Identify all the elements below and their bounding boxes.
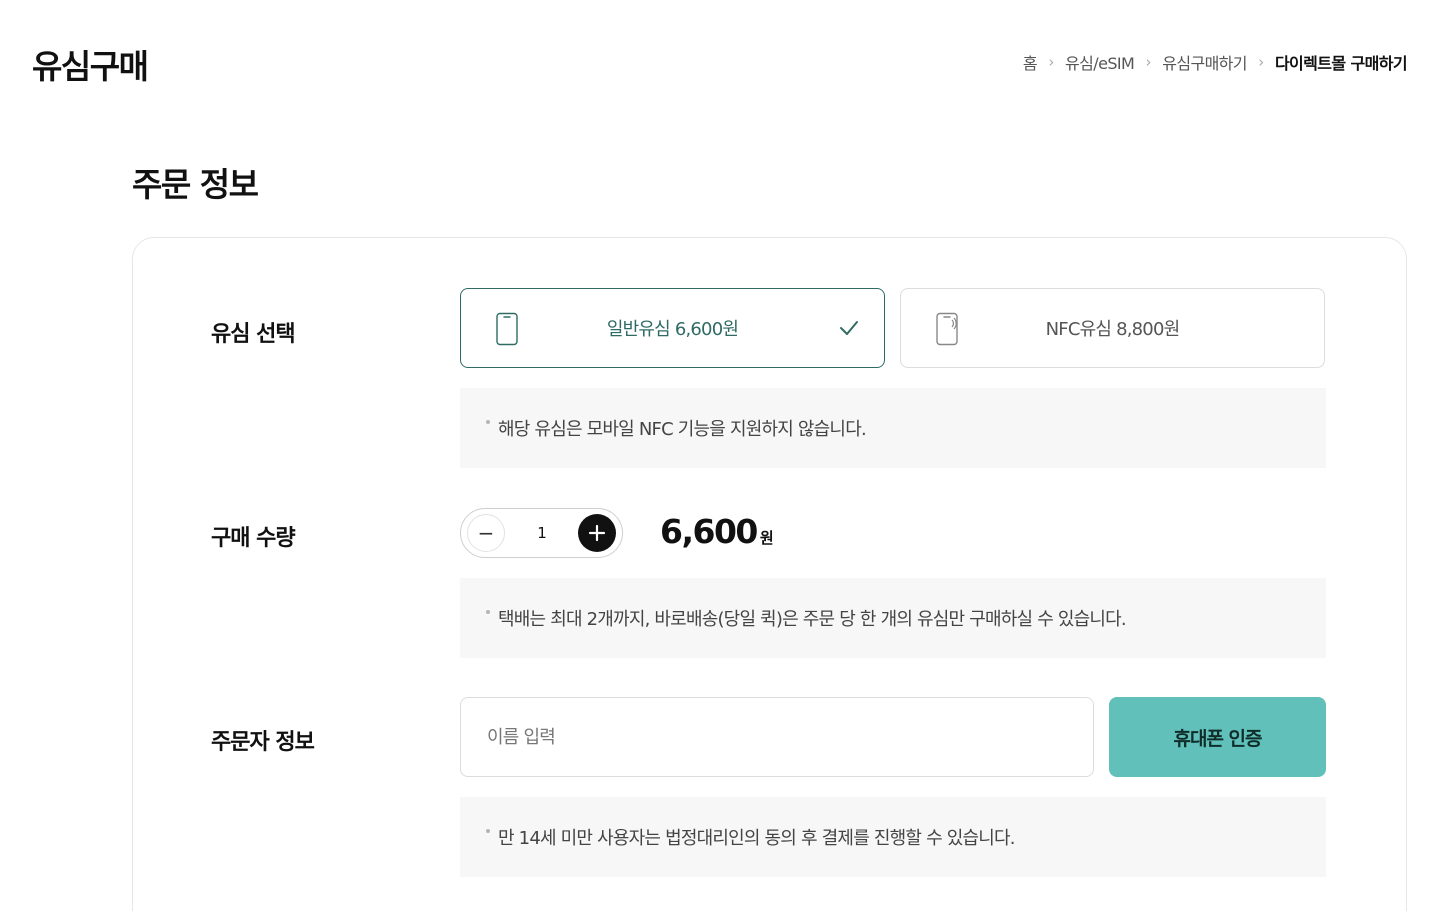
chevron-right-icon: › [1048, 53, 1054, 71]
quantity-notice: 택배는 최대 2개까지, 바로배송(당일 퀵)은 주문 당 한 개의 유심만 구… [460, 578, 1326, 658]
bullet-icon [486, 420, 490, 424]
increase-button[interactable] [578, 514, 616, 552]
breadcrumb-usim-esim[interactable]: 유심/eSIM [1065, 50, 1135, 74]
price-amount: 6,600 [660, 512, 758, 551]
quantity-label: 구매 수량 [211, 526, 296, 551]
orderer-notice: 만 14세 미만 사용자는 법정대리인의 동의 후 결제를 진행할 수 있습니다… [460, 797, 1326, 877]
total-price: 6,600 원 [660, 512, 774, 551]
phone-verify-button[interactable]: 휴대폰 인증 [1109, 697, 1326, 777]
section-title: 주문 정보 [132, 165, 259, 204]
breadcrumb-usim-purchase[interactable]: 유심구매하기 [1162, 50, 1247, 74]
chevron-right-icon: › [1258, 53, 1264, 71]
breadcrumb-home[interactable]: 홈 [1023, 50, 1038, 74]
decrease-button[interactable]: − [467, 514, 505, 552]
breadcrumb: 홈 › 유심/eSIM › 유심구매하기 › 다이렉트몰 구매하기 [1023, 50, 1408, 74]
nfc-phone-icon [936, 312, 958, 346]
minus-icon: − [477, 521, 495, 545]
breadcrumb-current: 다이렉트몰 구매하기 [1274, 54, 1408, 73]
page-title: 유심구매 [32, 47, 149, 86]
bullet-icon [486, 610, 490, 614]
sim-option-nfc[interactable]: NFC유심 8,800원 [900, 288, 1325, 368]
chevron-right-icon: › [1145, 53, 1152, 71]
quantity-stepper: − 1 [460, 508, 623, 558]
sim-option-nfc-label: NFC유심 8,800원 [1045, 319, 1181, 340]
orderer-info-label: 주문자 정보 [211, 730, 315, 755]
quantity-notice-text: 택배는 최대 2개까지, 바로배송(당일 퀵)은 주문 당 한 개의 유심만 구… [498, 609, 1127, 630]
name-input[interactable] [460, 697, 1094, 777]
check-icon [840, 321, 858, 335]
sim-selection-label: 유심 선택 [211, 322, 296, 347]
sim-option-standard[interactable]: 일반유심 6,600원 [460, 288, 885, 368]
phone-icon [496, 312, 518, 346]
quantity-value: 1 [537, 524, 547, 542]
sim-notice: 해당 유심은 모바일 NFC 기능을 지원하지 않습니다. [460, 388, 1326, 468]
price-unit: 원 [759, 529, 774, 547]
plus-icon [588, 524, 606, 542]
orderer-notice-text: 만 14세 미만 사용자는 법정대리인의 동의 후 결제를 진행할 수 있습니다… [498, 828, 1016, 849]
sim-notice-text: 해당 유심은 모바일 NFC 기능을 지원하지 않습니다. [498, 419, 867, 440]
sim-option-standard-label: 일반유심 6,600원 [606, 319, 739, 340]
bullet-icon [486, 829, 490, 833]
